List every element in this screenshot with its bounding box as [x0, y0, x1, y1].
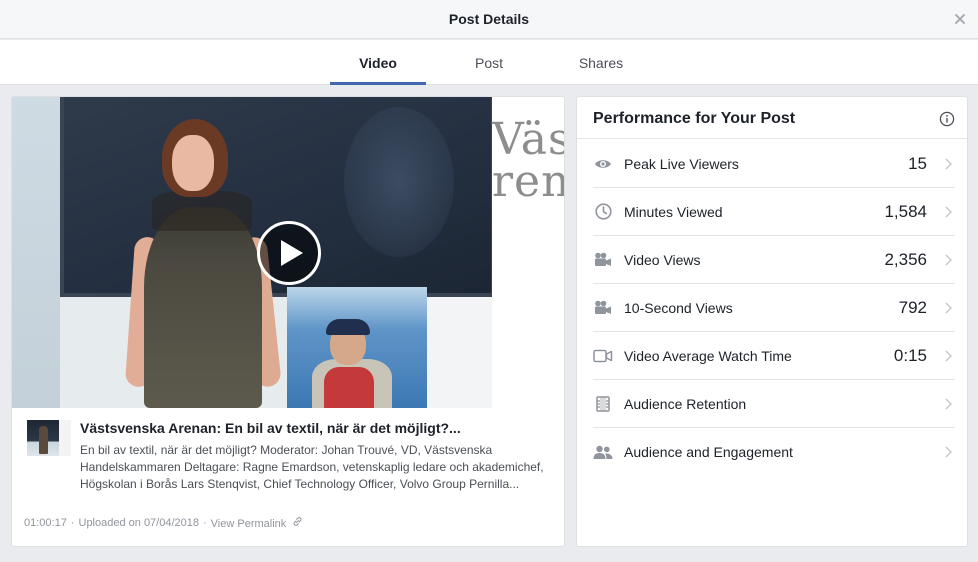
chevron-right-icon	[945, 158, 952, 169]
chevron-right-icon	[945, 446, 952, 458]
metric-row-average-watch-time[interactable]: Video Average Watch Time 0:15	[593, 332, 955, 380]
metric-label: Audience and Engagement	[624, 444, 793, 460]
metric-label: Peak Live Viewers	[624, 155, 739, 172]
camcorder-icon	[593, 349, 613, 362]
metric-row-minutes-viewed[interactable]: Minutes Viewed 1,584	[593, 188, 955, 236]
people-icon	[593, 445, 613, 459]
metric-label: Video Views	[624, 251, 701, 268]
metric-row-10-second-views[interactable]: 10-Second Views 792	[593, 284, 955, 332]
metric-label: 10-Second Views	[624, 299, 733, 316]
performance-header: Performance for Your Post	[577, 97, 967, 139]
video-thumbnail[interactable]	[27, 420, 71, 456]
meta-separator: ·	[70, 517, 75, 529]
metric-row-video-views[interactable]: Video Views 2,356	[593, 236, 955, 284]
metric-value: 792	[898, 297, 927, 317]
link-icon	[293, 517, 302, 526]
video-scene-background	[12, 97, 64, 408]
permalink-label: View Permalink	[210, 518, 287, 530]
video-player[interactable]: Väst ren	[12, 97, 564, 408]
video-description: En bil av textil, när är det möjligt? Mo…	[80, 443, 544, 491]
play-icon	[281, 240, 303, 266]
metric-value: 1,584	[884, 201, 927, 221]
video-meta: 01:00:17 · Uploaded on 07/04/2018 · View…	[24, 516, 303, 530]
dialog-header: Post Details	[0, 0, 978, 39]
video-scene-person	[144, 207, 262, 408]
tab-video[interactable]: Video	[330, 40, 426, 85]
close-button[interactable]	[950, 9, 970, 29]
video-title[interactable]: Västsvenska Arenan: En bil av textil, nä…	[80, 420, 550, 436]
chevron-right-icon	[945, 302, 952, 313]
view-permalink-link[interactable]: View Permalink	[211, 516, 304, 530]
metric-row-audience-engagement[interactable]: Audience and Engagement	[593, 428, 955, 476]
tab-shares[interactable]: Shares	[553, 40, 649, 85]
metric-value: 0:15	[893, 345, 927, 365]
upload-date: Uploaded on 07/04/2018	[78, 517, 200, 529]
close-icon	[955, 14, 965, 24]
video-card: Väst ren Västsvenska Arenan: En bil av t…	[11, 96, 565, 547]
metric-value: 15	[908, 153, 927, 173]
metric-label: Minutes Viewed	[624, 203, 723, 220]
tab-bar: Video Post Shares	[0, 40, 978, 85]
chevron-right-icon	[945, 350, 952, 361]
metric-label: Video Average Watch Time	[624, 347, 792, 364]
metric-label: Audience Retention	[624, 395, 747, 412]
info-icon[interactable]	[939, 111, 955, 127]
meta-separator: ·	[203, 517, 207, 529]
tab-post[interactable]: Post	[441, 40, 537, 85]
metric-row-audience-retention[interactable]: Audience Retention	[593, 380, 955, 428]
eye-icon	[595, 159, 611, 168]
performance-panel: Performance for Your Post Peak Live View…	[576, 96, 968, 547]
film-icon	[596, 395, 610, 412]
video-camera-icon	[595, 252, 611, 266]
video-camera-icon	[595, 300, 611, 314]
clock-icon	[594, 203, 612, 220]
play-button[interactable]	[257, 221, 321, 285]
chevron-right-icon	[945, 206, 952, 217]
video-duration: 01:00:17	[24, 517, 67, 529]
video-banner-text: Väst ren	[492, 114, 564, 207]
metric-value: 2,356	[884, 249, 927, 269]
dialog-title: Post Details	[448, 11, 530, 27]
performance-title: Performance for Your Post	[593, 110, 796, 127]
metric-row-peak-live-viewers[interactable]: Peak Live Viewers 15	[593, 140, 955, 188]
chevron-right-icon	[945, 398, 952, 409]
chevron-right-icon	[945, 254, 952, 265]
